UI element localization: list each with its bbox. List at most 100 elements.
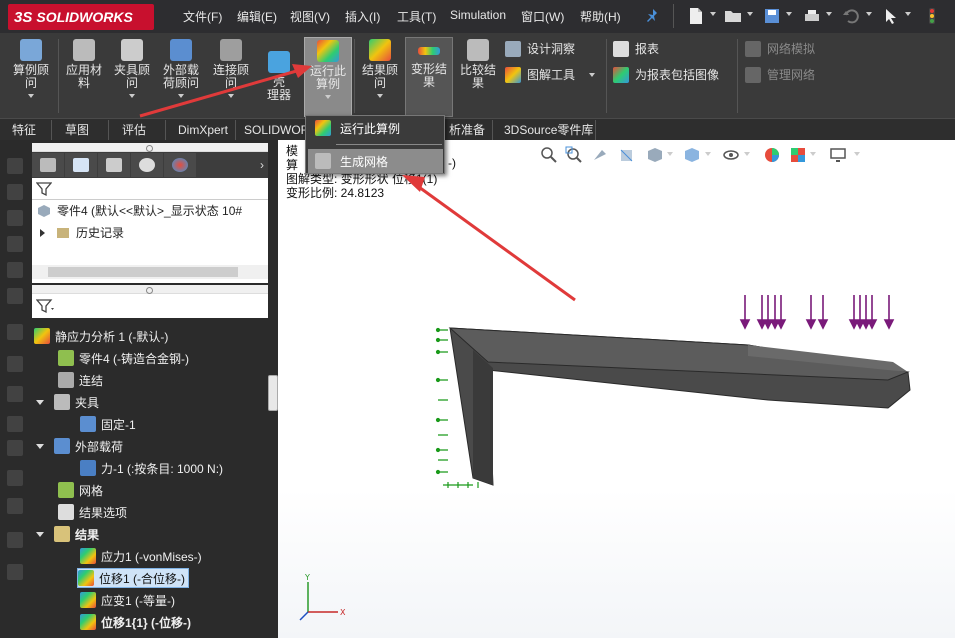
layers-icon[interactable]: [7, 416, 23, 432]
mesh-node[interactable]: 网格: [58, 480, 103, 500]
menu-edit[interactable]: 编辑(E): [237, 8, 277, 25]
forum-icon[interactable]: [7, 386, 23, 402]
home-icon[interactable]: [7, 158, 23, 174]
fixtures-advisor-button[interactable]: 夹具顾 问: [108, 37, 156, 115]
design-library-icon[interactable]: [7, 210, 23, 226]
menu-help[interactable]: 帮助(H): [580, 8, 621, 25]
open-folder-icon[interactable]: [724, 7, 742, 25]
graphics-area[interactable]: 模 算 图解类型: 变形形状 位移1(1) 变形比例: 24.8123 -) Y…: [278, 140, 955, 638]
custom-properties-icon[interactable]: [7, 356, 23, 372]
scrollbar-thumb[interactable]: [48, 267, 238, 277]
menu-simulation[interactable]: Simulation: [450, 8, 506, 22]
deformed-result-button[interactable]: 变形结 果: [405, 37, 453, 117]
mesh-simulation-button[interactable]: 网络模拟: [745, 40, 815, 57]
tab-displaymanager[interactable]: [164, 153, 196, 177]
tab-evaluate[interactable]: 评估: [114, 120, 166, 140]
save-dropdown-caret[interactable]: [786, 12, 792, 16]
tree-icon[interactable]: [7, 440, 23, 456]
tab-dimxpert[interactable]: DimXpert: [170, 120, 236, 140]
model-canvas[interactable]: Y X: [278, 140, 955, 638]
plot-tools-button[interactable]: 图解工具: [505, 66, 596, 83]
tab-dimxpertmanager[interactable]: [131, 153, 163, 177]
fixtures-node[interactable]: 夹具: [36, 392, 99, 412]
run-study-button[interactable]: 运行此 算例: [304, 37, 352, 117]
force-node[interactable]: 力-1 (:按条目: 1000 N:): [80, 458, 223, 478]
view-palette-icon[interactable]: [7, 288, 23, 304]
menu-file[interactable]: 文件(F): [183, 8, 222, 25]
collapse-arrow-icon[interactable]: [36, 443, 44, 449]
filter-icon[interactable]: [36, 298, 56, 314]
connections-node[interactable]: 连结: [58, 370, 103, 390]
sheet-icon[interactable]: [7, 498, 23, 514]
undo-icon[interactable]: [842, 7, 860, 25]
menu-item-create-mesh[interactable]: 生成网格: [308, 149, 443, 173]
displacement2-result-node[interactable]: 位移1{1} (-位移-): [80, 612, 191, 632]
tab-sketch[interactable]: 草图: [57, 120, 109, 140]
external-loads-node[interactable]: 外部载荷: [36, 436, 123, 456]
tab-featuremanager[interactable]: [32, 153, 64, 177]
notes-icon[interactable]: [7, 532, 23, 548]
displacement-result-node[interactable]: 位移1 (-合位移-): [77, 568, 189, 588]
panel-grip[interactable]: [32, 285, 268, 294]
chevron-down-icon[interactable]: [589, 72, 596, 77]
chevron-down-icon[interactable]: [325, 95, 331, 99]
select-dropdown-caret[interactable]: [905, 12, 911, 16]
menu-item-run-study[interactable]: 运行此算例: [308, 116, 443, 140]
resources-icon[interactable]: [7, 184, 23, 200]
report-button[interactable]: 报表: [613, 40, 659, 57]
expand-arrow-icon[interactable]: [40, 229, 45, 237]
menu-insert[interactable]: 插入(I): [345, 8, 380, 25]
select-cursor-icon[interactable]: [882, 7, 900, 25]
history-node[interactable]: 历史记录: [32, 222, 268, 244]
fixed-node[interactable]: 固定-1: [80, 414, 136, 434]
external-loads-advisor-button[interactable]: 外部载 荷顾问: [156, 37, 206, 115]
compare-results-button[interactable]: 比较结 果: [455, 37, 501, 115]
pane-splitter-handle[interactable]: [268, 375, 278, 411]
menu-view[interactable]: 视图(V): [290, 8, 330, 25]
design-insight-button[interactable]: 设计洞察: [505, 40, 575, 57]
new-dropdown-caret[interactable]: [710, 12, 716, 16]
print-icon[interactable]: [803, 7, 821, 25]
menu-tools[interactable]: 工具(T): [397, 8, 436, 25]
tree-filter[interactable]: [32, 178, 268, 200]
results-node[interactable]: 结果: [36, 524, 99, 544]
chevron-right-icon[interactable]: ›: [260, 158, 264, 172]
traffic-light-icon[interactable]: [923, 7, 941, 25]
result-options-node[interactable]: 结果选项: [58, 502, 127, 522]
part-root-node[interactable]: 零件4 (默认<<默认>_显示状态 10#: [32, 200, 268, 222]
include-image-button[interactable]: 为报表包括图像: [613, 66, 719, 83]
pin-icon[interactable]: [644, 7, 662, 25]
undo-dropdown-caret[interactable]: [866, 12, 872, 16]
part-node[interactable]: 零件4 (-铸造合金钢-): [58, 348, 189, 368]
connections-advisor-button[interactable]: 连接顾 问: [207, 37, 255, 115]
save-icon[interactable]: [763, 7, 781, 25]
apply-material-button[interactable]: 应用材 料: [60, 37, 108, 115]
pencil-icon[interactable]: [7, 564, 23, 580]
tab-3dsource[interactable]: 3DSource零件库: [496, 120, 596, 140]
shell-manager-button[interactable]: 壳 理器: [256, 37, 302, 115]
document-icon[interactable]: [7, 470, 23, 486]
manage-network-button[interactable]: 管理网络: [745, 66, 815, 83]
filter-icon[interactable]: [36, 181, 52, 197]
open-dropdown-caret[interactable]: [747, 12, 753, 16]
tab-configurationmanager[interactable]: [98, 153, 130, 177]
tab-solidworks-addins[interactable]: SOLIDWORK: [236, 120, 306, 140]
tab-propertymanager[interactable]: [65, 153, 97, 177]
study-node[interactable]: 静应力分析 1 (-默认-): [34, 326, 168, 346]
strain-result-node[interactable]: 应变1 (-等量-): [80, 590, 175, 610]
tab-features[interactable]: 特征: [4, 120, 52, 140]
file-explorer-icon[interactable]: [7, 236, 23, 252]
appearances-icon[interactable]: [7, 324, 23, 340]
solidworks-logo[interactable]: 3S SOLIDWORKS: [8, 4, 154, 30]
horizontal-scrollbar[interactable]: [32, 265, 268, 279]
search-icon[interactable]: [7, 262, 23, 278]
menu-window[interactable]: 窗口(W): [521, 8, 564, 25]
panel-grip[interactable]: [32, 143, 268, 152]
new-document-icon[interactable]: [687, 7, 705, 25]
study-tree-filter[interactable]: [32, 294, 268, 318]
collapse-arrow-icon[interactable]: [36, 531, 44, 537]
tab-analysis-prep[interactable]: 析准备: [441, 120, 493, 140]
study-advisor-button[interactable]: 算例顾 问: [6, 37, 56, 115]
stress-result-node[interactable]: 应力1 (-vonMises-): [80, 546, 202, 566]
results-advisor-button[interactable]: 结果顾 问: [356, 37, 404, 115]
